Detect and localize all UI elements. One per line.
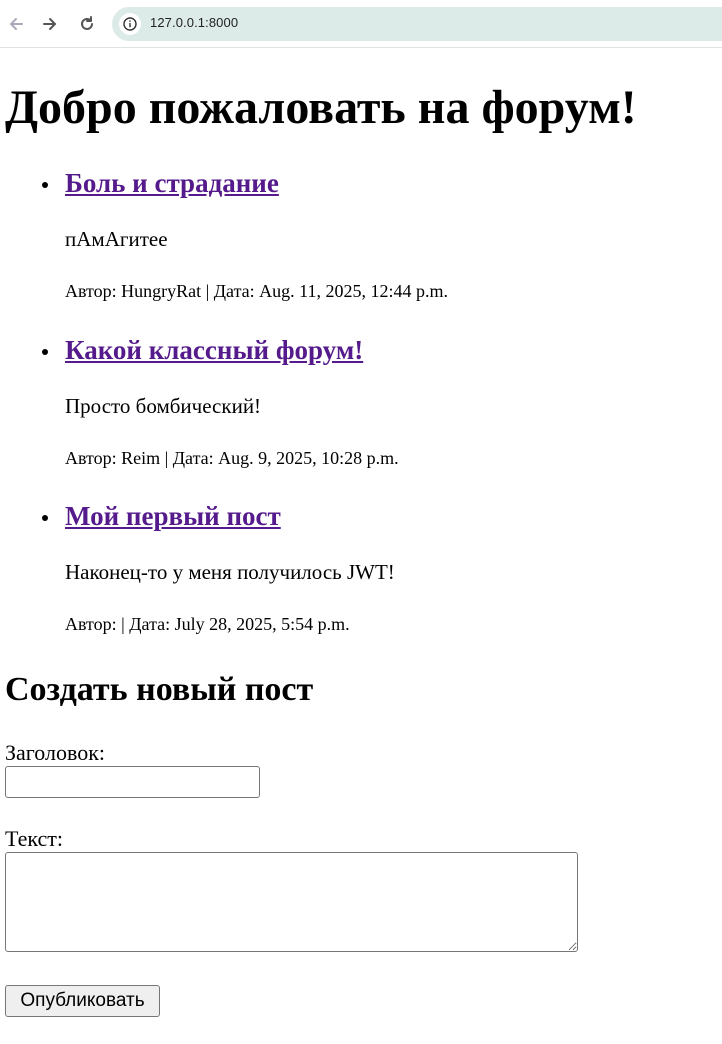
reload-icon[interactable] xyxy=(75,12,99,36)
address-bar[interactable]: 127.0.0.1:8000 xyxy=(112,7,722,41)
post-meta: Автор: Reim | Дата: Aug. 9, 2025, 10:28 … xyxy=(65,448,399,468)
post-title-link[interactable]: Мой первый пост xyxy=(65,499,281,533)
body-textarea[interactable] xyxy=(5,852,578,952)
body-field-label: Текст: xyxy=(5,826,63,851)
publish-button[interactable]: Опубликовать xyxy=(5,985,160,1017)
info-icon[interactable] xyxy=(119,13,141,35)
post-item: Какой классный форум! Просто бомбический… xyxy=(0,333,722,503)
post-item: Боль и страдание пАмАгитее Автор: Hungry… xyxy=(0,166,722,336)
bullet-icon xyxy=(42,182,48,188)
post-item: Мой первый пост Наконец-то у меня получи… xyxy=(0,499,722,669)
bullet-icon xyxy=(42,515,48,521)
post-body: Просто бомбический! xyxy=(65,394,262,418)
url-text[interactable]: 127.0.0.1:8000 xyxy=(150,15,238,30)
title-field-label: Заголовок: xyxy=(5,740,105,765)
post-body: Наконец-то у меня получилось JWT! xyxy=(65,560,395,584)
post-body: пАмАгитее xyxy=(65,227,168,251)
page-title: Добро пожаловать на форум! xyxy=(5,81,637,134)
post-title-link[interactable]: Какой классный форум! xyxy=(65,333,363,367)
post-title-link[interactable]: Боль и страдание xyxy=(65,166,279,200)
bullet-icon xyxy=(42,349,48,355)
post-meta: Автор: | Дата: July 28, 2025, 5:54 p.m. xyxy=(65,614,350,634)
create-post-heading: Создать новый пост xyxy=(5,671,314,708)
title-input[interactable] xyxy=(5,766,260,798)
browser-toolbar: 127.0.0.1:8000 xyxy=(0,0,722,48)
post-meta: Автор: HungryRat | Дата: Aug. 11, 2025, … xyxy=(65,281,448,301)
forward-arrow-icon[interactable] xyxy=(38,12,62,36)
back-arrow-icon[interactable] xyxy=(4,12,28,36)
